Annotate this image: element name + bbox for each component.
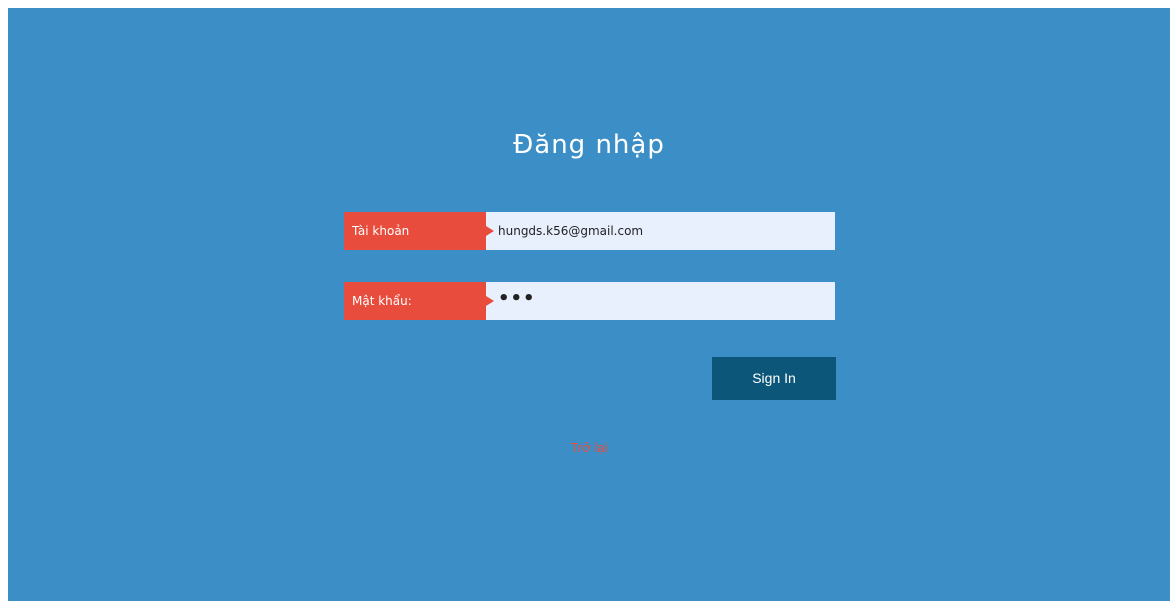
sign-in-button[interactable]: Sign In	[712, 357, 836, 400]
username-field[interactable]: hungds.k56@gmail.com	[486, 212, 835, 250]
arrow-right-icon	[486, 226, 494, 236]
login-page: Đăng nhập Tài khoản hungds.k56@gmail.com…	[8, 8, 1170, 601]
username-label-text: Tài khoản	[352, 224, 410, 238]
back-link[interactable]: Trở lại	[8, 439, 1170, 457]
username-label: Tài khoản	[344, 212, 494, 250]
password-label-text: Mật khẩu:	[352, 294, 412, 308]
page-title: Đăng nhập	[513, 130, 665, 160]
arrow-right-icon	[486, 296, 494, 306]
password-field[interactable]: •••	[486, 282, 835, 320]
password-row: Mật khẩu: •••	[344, 282, 835, 320]
username-row: Tài khoản hungds.k56@gmail.com	[344, 212, 835, 250]
password-label: Mật khẩu:	[344, 282, 494, 320]
